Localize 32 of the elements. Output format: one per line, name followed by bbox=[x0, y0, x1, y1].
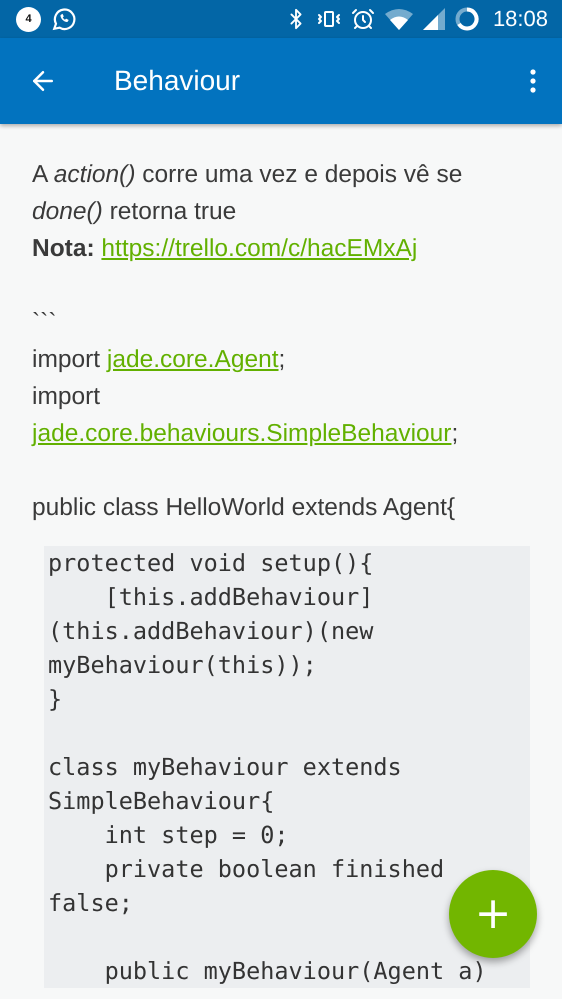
paragraph-text: import bbox=[32, 383, 100, 410]
semicolon: ; bbox=[278, 346, 286, 373]
code-line: false; bbox=[48, 888, 133, 919]
code-line: private boolean finished bbox=[104, 854, 444, 885]
paragraph-text: public class HelloWorld extends Agent{ bbox=[32, 494, 456, 521]
code-line: [this.addBehaviour] bbox=[104, 582, 374, 613]
code-line: (this.addBehaviour)(new bbox=[48, 616, 374, 647]
chat-notification-icon: 4 bbox=[16, 6, 41, 32]
more-icon bbox=[530, 69, 536, 93]
link[interactable]: https://trello.com/c/hacEMxAj bbox=[101, 235, 418, 262]
code-line: } bbox=[48, 684, 62, 715]
semicolon: ; bbox=[451, 420, 458, 447]
paragraph-text: ``` bbox=[32, 309, 56, 336]
link[interactable]: jade.core.Agent bbox=[106, 346, 279, 373]
code-line: public myBehaviour(Agent a) bbox=[104, 956, 487, 987]
clock-time: 18:08 bbox=[492, 6, 548, 32]
code-line: class myBehaviour extends bbox=[48, 752, 402, 783]
phone-bubble-icon bbox=[51, 6, 77, 32]
alarm-icon bbox=[350, 7, 375, 31]
wifi-icon bbox=[384, 8, 413, 30]
code-line: myBehaviour(this)); bbox=[48, 650, 317, 681]
signal-icon bbox=[422, 8, 445, 30]
code-line: SimpleBehaviour{ bbox=[48, 786, 274, 817]
paragraph-text: A action() corre uma vez e depois vê se done() retorna true bbox=[32, 161, 462, 225]
battery-ring-icon bbox=[454, 7, 479, 31]
screen-title: Behaviour bbox=[114, 65, 242, 97]
more-menu-button[interactable] bbox=[530, 69, 536, 93]
code-line: protected void setup(){ bbox=[48, 548, 374, 579]
paragraph-text: Nota: bbox=[32, 235, 95, 262]
paragraph-text: import bbox=[32, 346, 100, 373]
code-line: int step = 0; bbox=[104, 820, 289, 851]
link[interactable]: jade.core.behaviours.SimpleBehaviour bbox=[32, 420, 452, 447]
